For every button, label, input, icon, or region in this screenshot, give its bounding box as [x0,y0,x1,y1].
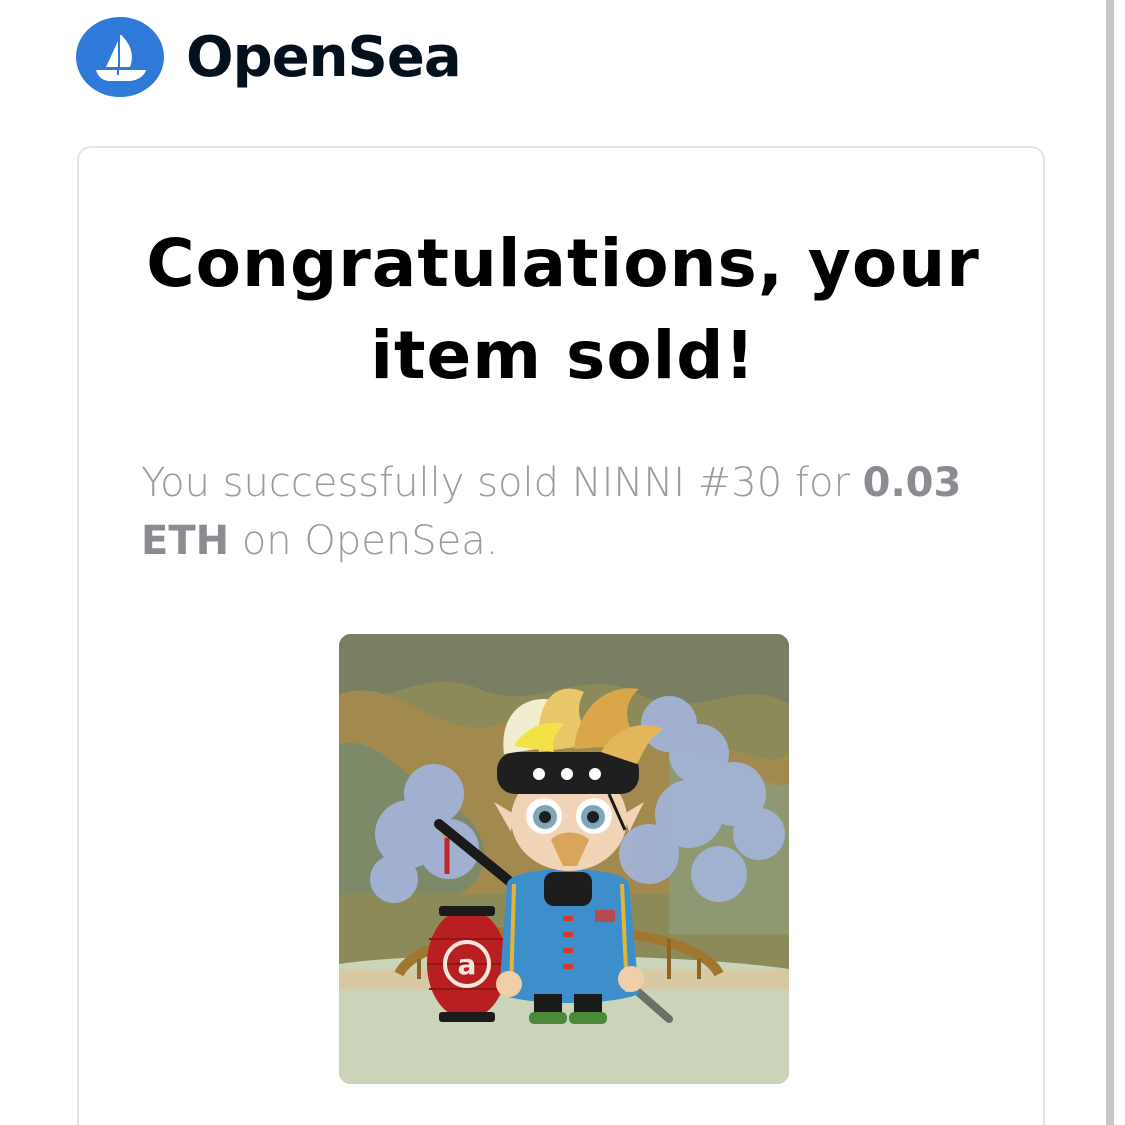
email-view: OpenSea Congratulations, your item sold!… [0,0,1125,1125]
headline: Congratulations, your item sold! [79,218,1047,402]
brand-wordmark[interactable]: OpenSea [186,25,462,90]
message-suffix: on OpenSea. [241,518,499,564]
message-prefix: You successfully sold NINNI #30 for [141,460,850,506]
nft-image[interactable]: a [339,634,789,1084]
lantern-glyph: a [458,948,477,981]
sale-message: You successfully sold NINNI #30 for 0.03… [141,454,1001,570]
notification-card: Congratulations, your item sold! You suc… [77,146,1045,1125]
scrollbar-track[interactable] [1106,0,1114,1125]
headline-line-2: item sold! [370,317,756,394]
email-header: OpenSea [76,16,462,98]
headline-line-1: Congratulations, your [146,225,980,302]
opensea-ship-icon[interactable] [76,17,164,97]
